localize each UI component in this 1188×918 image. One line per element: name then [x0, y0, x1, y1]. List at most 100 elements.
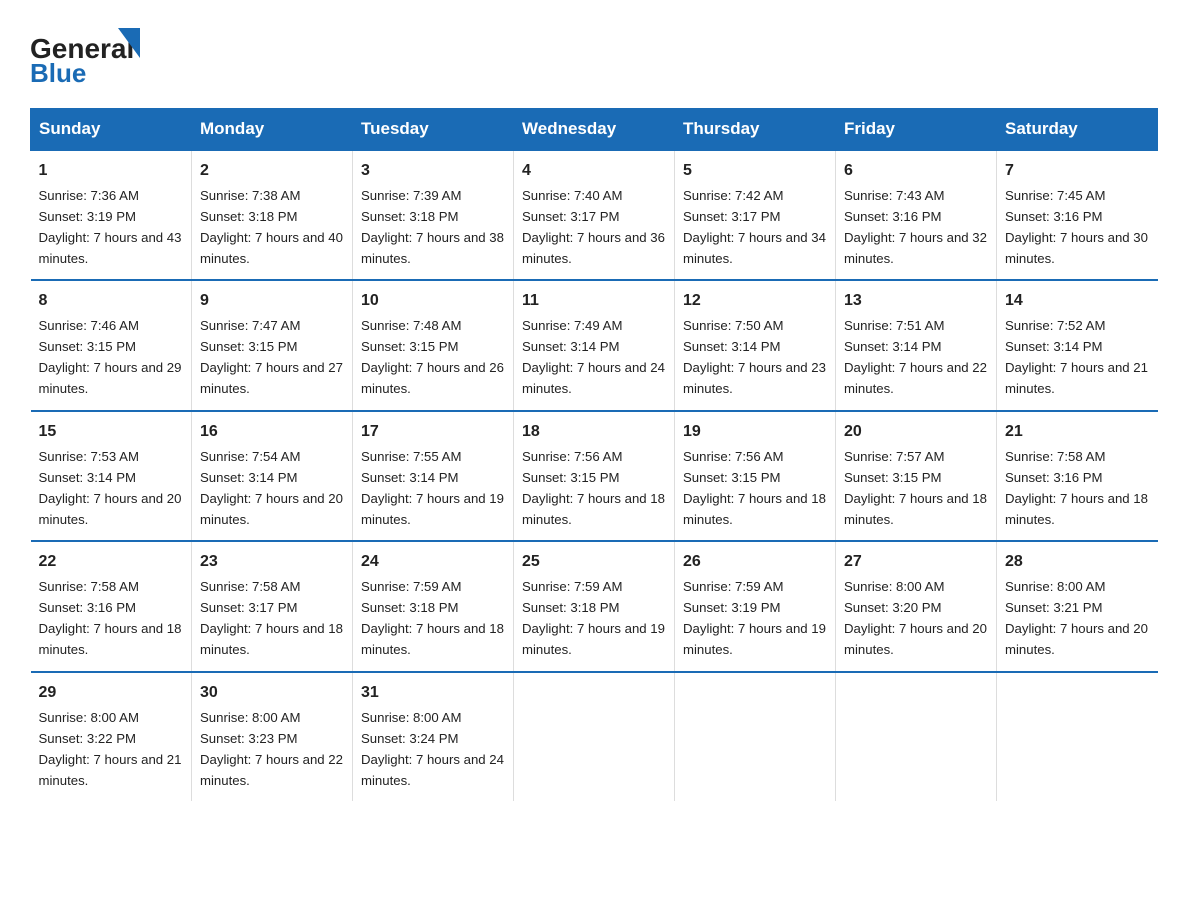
calendar-cell: 6Sunrise: 7:43 AMSunset: 3:16 PMDaylight… — [836, 150, 997, 280]
sunrise: Sunrise: 7:58 AM — [39, 579, 139, 594]
day-number: 2 — [200, 159, 344, 184]
daylight: Daylight: 7 hours and 20 minutes. — [39, 491, 182, 527]
sunset: Sunset: 3:17 PM — [683, 209, 781, 224]
sunrise: Sunrise: 7:45 AM — [1005, 188, 1105, 203]
sunrise: Sunrise: 7:46 AM — [39, 318, 139, 333]
calendar-cell — [514, 672, 675, 801]
sunset: Sunset: 3:19 PM — [39, 209, 137, 224]
calendar-cell: 12Sunrise: 7:50 AMSunset: 3:14 PMDayligh… — [675, 280, 836, 410]
daylight: Daylight: 7 hours and 19 minutes. — [361, 491, 504, 527]
sunset: Sunset: 3:16 PM — [1005, 470, 1103, 485]
sunrise: Sunrise: 7:39 AM — [361, 188, 461, 203]
calendar-cell: 14 Sunrise: 7:52 AM Sunset: 3:14 PM Dayligh… — [997, 280, 1158, 410]
day-number: 14 — [1005, 289, 1150, 314]
sunrise: Sunrise: 7:49 AM — [522, 318, 622, 333]
day-header-saturday: Saturday — [997, 109, 1158, 151]
day-number: 21 — [1005, 420, 1150, 445]
daylight: Daylight: 7 hours and 22 minutes. — [844, 360, 987, 396]
sunrise: Sunrise: 8:00 AM — [844, 579, 944, 594]
sunset: Sunset: 3:16 PM — [39, 600, 137, 615]
daylight: Daylight: 7 hours and 18 minutes. — [844, 491, 987, 527]
calendar-cell: 4 Sunrise: 7:40 AM Sunset: 3:17 PM Daylight… — [514, 150, 675, 280]
day-number: 19 — [683, 420, 827, 445]
day-number: 22 — [39, 550, 184, 575]
calendar-week-row: 29 Sunrise: 8:00 AM Sunset: 3:22 PM Dayligh… — [31, 672, 1158, 801]
day-number: 15 — [39, 420, 184, 445]
daylight: Daylight: 7 hours and 20 minutes. — [844, 621, 987, 657]
daylight: Daylight: 7 hours and 40 minutes. — [200, 230, 343, 266]
sunset: Sunset: 3:15 PM — [844, 470, 942, 485]
calendar-cell: 27Sunrise: 8:00 AMSunset: 3:20 PMDayligh… — [836, 541, 997, 671]
sunset: Sunset: 3:18 PM — [361, 600, 459, 615]
calendar-cell: 20Sunrise: 7:57 AMSunset: 3:15 PMDayligh… — [836, 411, 997, 541]
daylight: Daylight: 7 hours and 36 minutes. — [522, 230, 665, 266]
sunrise: Sunrise: 7:36 AM — [39, 188, 139, 203]
daylight: Daylight: 7 hours and 19 minutes. — [683, 621, 826, 657]
calendar-header-row: SundayMondayTuesdayWednesdayThursdayFrid… — [31, 109, 1158, 151]
sunrise: Sunrise: 7:52 AM — [1005, 318, 1105, 333]
sunset: Sunset: 3:14 PM — [361, 470, 459, 485]
daylight: Daylight: 7 hours and 23 minutes. — [683, 360, 826, 396]
calendar-cell: 29Sunrise: 8:00 AMSunset: 3:22 PMDayligh… — [31, 672, 192, 801]
calendar-cell — [675, 672, 836, 801]
daylight: Daylight: 7 hours and 34 minutes. — [683, 230, 826, 266]
daylight: Daylight: 7 hours and 29 minutes. — [39, 360, 182, 396]
sunrise: Sunrise: 7:59 AM — [361, 579, 461, 594]
calendar-cell — [997, 672, 1158, 801]
daylight: Daylight: 7 hours and 32 minutes. — [844, 230, 987, 266]
sunset: Sunset: 3:18 PM — [361, 209, 459, 224]
calendar-week-row: 1 Sunrise: 7:36 AM Sunset: 3:19 PM Daylight… — [31, 150, 1158, 280]
calendar-cell: 7Sunrise: 7:45 AMSunset: 3:16 PMDaylight… — [997, 150, 1158, 280]
sunrise: Sunrise: 7:40 AM — [522, 188, 622, 203]
calendar-cell: 17 Sunrise: 7:55 AM Sunset: 3:14 PM Dayligh… — [353, 411, 514, 541]
day-number: 18 — [522, 420, 666, 445]
daylight: Daylight: 7 hours and 43 minutes. — [39, 230, 182, 266]
calendar-week-row: 22 Sunrise: 7:58 AM Sunset: 3:16 PM Dayligh… — [31, 541, 1158, 671]
daylight: Daylight: 7 hours and 24 minutes. — [522, 360, 665, 396]
sunrise: Sunrise: 7:58 AM — [1005, 449, 1105, 464]
sunrise: Sunrise: 7:56 AM — [522, 449, 622, 464]
day-number: 31 — [361, 681, 505, 706]
calendar-cell: 23Sunrise: 7:58 AMSunset: 3:17 PMDayligh… — [192, 541, 353, 671]
day-number: 5 — [683, 159, 827, 184]
sunset: Sunset: 3:17 PM — [522, 209, 620, 224]
sunset: Sunset: 3:14 PM — [1005, 339, 1103, 354]
day-header-monday: Monday — [192, 109, 353, 151]
calendar-cell: 8Sunrise: 7:46 AMSunset: 3:15 PMDaylight… — [31, 280, 192, 410]
sunrise: Sunrise: 7:48 AM — [361, 318, 461, 333]
calendar-cell — [836, 672, 997, 801]
sunset: Sunset: 3:19 PM — [683, 600, 781, 615]
daylight: Daylight: 7 hours and 21 minutes. — [39, 752, 182, 788]
logo: General Blue — [30, 20, 140, 90]
daylight: Daylight: 7 hours and 21 minutes. — [1005, 360, 1148, 396]
day-number: 29 — [39, 681, 184, 706]
sunrise: Sunrise: 7:47 AM — [200, 318, 300, 333]
day-number: 1 — [39, 159, 184, 184]
sunrise: Sunrise: 8:00 AM — [361, 710, 461, 725]
calendar-week-row: 8Sunrise: 7:46 AMSunset: 3:15 PMDaylight… — [31, 280, 1158, 410]
sunrise: Sunrise: 7:55 AM — [361, 449, 461, 464]
day-number: 4 — [522, 159, 666, 184]
day-header-sunday: Sunday — [31, 109, 192, 151]
calendar-cell: 28Sunrise: 8:00 AMSunset: 3:21 PMDayligh… — [997, 541, 1158, 671]
day-number: 9 — [200, 289, 344, 314]
calendar-cell: 19Sunrise: 7:56 AMSunset: 3:15 PMDayligh… — [675, 411, 836, 541]
calendar-cell: 22Sunrise: 7:58 AMSunset: 3:16 PMDayligh… — [31, 541, 192, 671]
sunset: Sunset: 3:23 PM — [200, 731, 298, 746]
sunset: Sunset: 3:21 PM — [1005, 600, 1103, 615]
calendar-cell: 13Sunrise: 7:51 AMSunset: 3:14 PMDayligh… — [836, 280, 997, 410]
day-number: 17 — [361, 420, 505, 445]
sunset: Sunset: 3:14 PM — [200, 470, 298, 485]
sunset: Sunset: 3:16 PM — [1005, 209, 1103, 224]
sunset: Sunset: 3:15 PM — [39, 339, 137, 354]
daylight: Daylight: 7 hours and 26 minutes. — [361, 360, 504, 396]
daylight: Daylight: 7 hours and 30 minutes. — [1005, 230, 1148, 266]
sunset: Sunset: 3:22 PM — [39, 731, 137, 746]
calendar-cell: 3Sunrise: 7:39 AMSunset: 3:18 PMDaylight… — [353, 150, 514, 280]
calendar-week-row: 15Sunrise: 7:53 AMSunset: 3:14 PMDayligh… — [31, 411, 1158, 541]
daylight: Daylight: 7 hours and 24 minutes. — [361, 752, 504, 788]
sunset: Sunset: 3:15 PM — [361, 339, 459, 354]
day-header-tuesday: Tuesday — [353, 109, 514, 151]
daylight: Daylight: 7 hours and 20 minutes. — [1005, 621, 1148, 657]
sunrise: Sunrise: 7:38 AM — [200, 188, 300, 203]
